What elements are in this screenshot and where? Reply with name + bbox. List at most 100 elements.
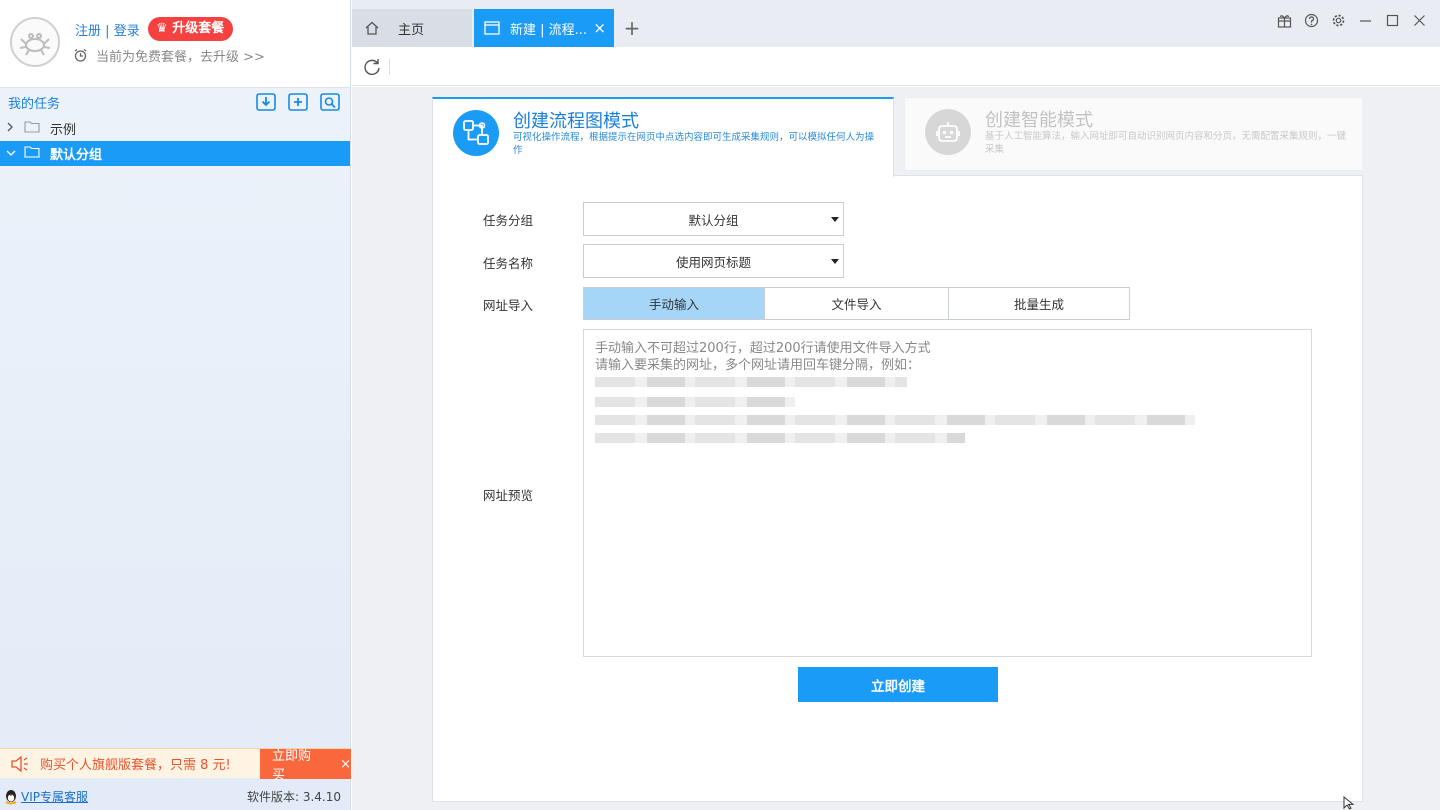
tab-manual-input[interactable]: 手动输入 (584, 288, 765, 319)
link-separator: | (105, 24, 110, 39)
user-box: 注册 | 登录 ♛ 升级套餐 当前为免费套餐，去升级 >> (0, 0, 350, 88)
add-task-button[interactable] (288, 92, 308, 112)
help-button[interactable] (1303, 12, 1320, 29)
buy-now-label: 立即购买 (272, 749, 312, 783)
url-input-hint-2: 请输入要采集的网址，多个网址请用回车键分隔，例如： (595, 358, 921, 373)
smart-mode-title: 创建智能模式 (985, 110, 1093, 131)
url-preview-label: 网址预览 (483, 488, 534, 503)
tab-new-flow[interactable]: 新建 | 流程... × (474, 9, 614, 47)
caret-down-icon (831, 259, 839, 264)
refresh-button[interactable] (362, 57, 382, 77)
alarm-clock-icon (74, 48, 87, 62)
close-tab-icon[interactable]: × (593, 19, 606, 37)
promo-text: 购买个人旗舰版套餐，只需 8 元! (40, 758, 231, 773)
minimize-button[interactable] (1357, 12, 1374, 29)
smart-mode-desc: 基于人工智能算法，输入网址即可自动识别网页内容和分页，无需配置采集规则，一键采集 (985, 131, 1347, 155)
blurred-example-url (595, 415, 1195, 425)
window-controls (1276, 12, 1428, 29)
group-select-value: 默认分组 (688, 212, 739, 228)
flowchart-mode-title: 创建流程图模式 (513, 111, 639, 132)
name-label: 任务名称 (483, 256, 534, 271)
add-task-icon (288, 93, 308, 111)
home-icon (365, 21, 379, 35)
window-icon (484, 21, 500, 35)
upgrade-label: 升级套餐 (172, 21, 225, 36)
tree-item-example[interactable]: 示例 (0, 116, 350, 141)
maximize-icon (1386, 14, 1399, 27)
tree-item-label: 默认分组 (50, 148, 103, 163)
buy-now-button[interactable]: 立即购买 × (260, 749, 351, 783)
main-content: 创建流程图模式 可视化操作流程，根据提示在网页中点选内容即可生成采集规则，可以模… (352, 87, 1440, 810)
plan-status[interactable]: 当前为免费套餐，去升级 >> (73, 46, 265, 65)
avatar[interactable] (10, 17, 60, 67)
toolbar-divider (389, 59, 390, 75)
tab-home-label: 主页 (398, 22, 425, 38)
tree-item-label: 示例 (50, 123, 77, 138)
help-icon (1304, 13, 1319, 28)
name-select-value: 使用网页标题 (675, 254, 751, 270)
settings-button[interactable] (1330, 12, 1347, 29)
footer: VIP专属客服 软件版本: 3.4.10 (0, 783, 351, 810)
maximize-button[interactable] (1384, 12, 1401, 29)
register-link[interactable]: 注册 (75, 24, 101, 39)
mouse-cursor-icon (1343, 796, 1355, 810)
blurred-example-url (595, 433, 965, 443)
login-links: 注册 | 登录 (75, 20, 140, 39)
mode-tab-smart[interactable]: 创建智能模式 基于人工智能算法，输入网址即可自动识别网页内容和分页，无需配置采集… (904, 97, 1363, 171)
caret-down-icon (831, 217, 839, 222)
search-task-icon (320, 93, 340, 111)
minimize-icon (1360, 20, 1371, 22)
name-select[interactable]: 使用网页标题 (583, 244, 844, 278)
robot-mode-icon (925, 109, 971, 155)
speaker-icon (11, 755, 28, 772)
search-task-button[interactable] (320, 92, 340, 112)
group-select[interactable]: 默认分组 (583, 202, 844, 236)
task-header: 我的任务 (0, 88, 350, 116)
folder-icon (24, 120, 40, 137)
task-title: 我的任务 (8, 96, 61, 112)
software-version: 软件版本: 3.4.10 (246, 790, 341, 804)
chevron-down-icon[interactable] (6, 147, 20, 160)
plan-text: 当前为免费套餐，去升级 >> (96, 50, 265, 65)
import-task-button[interactable] (256, 92, 276, 112)
chevron-right-icon[interactable] (6, 122, 20, 135)
refresh-icon (364, 59, 380, 76)
close-promo-icon[interactable]: × (340, 757, 351, 772)
url-input-hint-1: 手动输入不可超过200行，超过200行请使用文件导入方式 (595, 341, 931, 356)
tab-file-import[interactable]: 文件导入 (765, 288, 949, 319)
vip-support-link[interactable]: VIP专属客服 (21, 788, 88, 805)
tab-batch-generate[interactable]: 批量生成 (949, 288, 1129, 319)
url-import-label: 网址导入 (483, 298, 534, 313)
toolbar (352, 47, 1440, 86)
upgrade-plan-button[interactable]: ♛ 升级套餐 (148, 17, 234, 41)
group-label: 任务分组 (483, 213, 534, 228)
tab-new-label: 新建 | 流程... (510, 22, 588, 38)
mode-tab-flowchart[interactable]: 创建流程图模式 可视化操作流程，根据提示在网页中点选内容即可生成采集规则，可以模… (432, 97, 894, 177)
url-input[interactable]: 手动输入不可超过200行，超过200行请使用文件导入方式 请输入要采集的网址，多… (583, 329, 1312, 657)
task-form: 任务分组 默认分组 任务名称 使用网页标题 网址导入 手动输入 文件导入 批量生… (432, 175, 1363, 802)
qq-penguin-icon (5, 789, 17, 804)
folder-icon (24, 145, 40, 162)
tab-home[interactable]: 主页 (352, 9, 472, 47)
tree-item-default-group[interactable]: 默认分组 (0, 141, 350, 166)
blurred-example-url (595, 397, 795, 407)
gift-button[interactable] (1276, 12, 1293, 29)
create-now-button[interactable]: 立即创建 (798, 667, 998, 702)
login-link[interactable]: 登录 (114, 24, 140, 39)
import-task-icon (256, 93, 276, 111)
gear-icon (1332, 14, 1345, 27)
add-tab-button[interactable]: + (620, 9, 644, 47)
flowchart-mode-icon (453, 110, 499, 156)
promo-bar: 购买个人旗舰版套餐，只需 8 元! 立即购买 × (0, 748, 351, 783)
flowchart-mode-desc: 可视化操作流程，根据提示在网页中点选内容即可生成采集规则，可以模拟任何人为操作 (513, 132, 875, 156)
sidebar: 注册 | 登录 ♛ 升级套餐 当前为免费套餐，去升级 >> 我的任务 示例 默认… (0, 0, 351, 810)
crown-icon: ♛ (156, 21, 168, 36)
crab-logo-icon (19, 33, 51, 56)
url-import-tabs: 手动输入 文件导入 批量生成 (583, 287, 1130, 320)
close-icon (1414, 15, 1425, 26)
task-tools (256, 92, 340, 112)
blurred-example-url (595, 377, 907, 387)
gift-icon (1277, 15, 1292, 28)
tab-bar: 主页 新建 | 流程... × + (352, 0, 1440, 47)
close-window-button[interactable] (1411, 12, 1428, 29)
